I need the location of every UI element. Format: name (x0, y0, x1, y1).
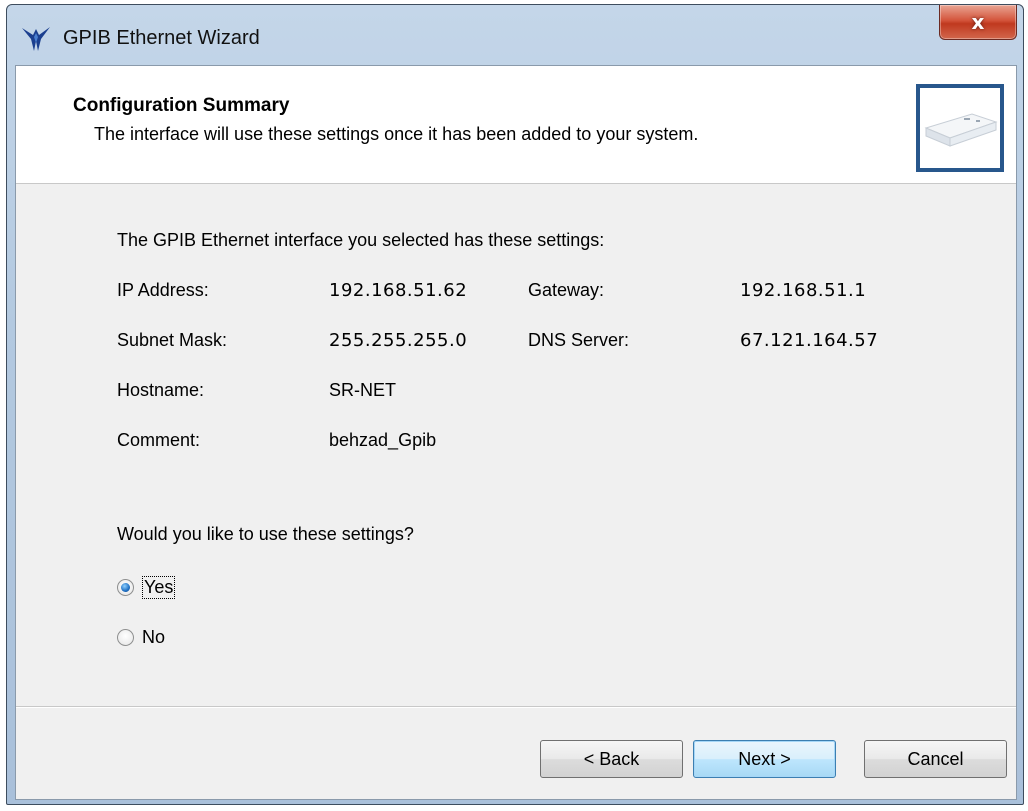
wizard-client-area: Configuration Summary The interface will… (15, 65, 1017, 800)
dns-server-value: 67.121.164.57 (740, 330, 879, 351)
radio-yes-label[interactable]: Yes (142, 575, 176, 599)
ni-eagle-logo-icon (22, 27, 50, 51)
radio-no-label[interactable]: No (142, 627, 165, 648)
radio-yes[interactable]: Yes (117, 574, 197, 600)
hostname-label: Hostname: (117, 380, 205, 400)
ip-address-value: 192.168.51.62 (329, 280, 468, 301)
confirm-question: Would you like to use these settings? (117, 524, 414, 544)
button-divider (16, 706, 1016, 708)
comment-value: behzad_Gpib (329, 430, 437, 450)
device-illustration (924, 113, 998, 147)
wizard-header: Configuration Summary The interface will… (16, 66, 1016, 184)
wizard-window: GPIB Ethernet Wizard x Configuration Sum… (6, 4, 1024, 805)
dns-server-label: DNS Server: (528, 330, 630, 350)
page-title: Configuration Summary (73, 95, 290, 116)
subnet-mask-value: 255.255.255.0 (329, 330, 468, 351)
gateway-value: 192.168.51.1 (740, 280, 867, 301)
radio-unselected-icon[interactable] (117, 628, 134, 646)
subnet-mask-label: Subnet Mask: (117, 330, 228, 350)
gpib-ethernet-device-icon (916, 84, 1004, 172)
page-subtitle: The interface will use these settings on… (94, 124, 699, 144)
next-button[interactable]: Next > (693, 740, 836, 778)
title-bar[interactable]: GPIB Ethernet Wizard x (7, 5, 1023, 67)
comment-label: Comment: (117, 430, 201, 450)
close-button[interactable]: x (939, 5, 1017, 40)
settings-intro: The GPIB Ethernet interface you selected… (117, 230, 605, 250)
window-title: GPIB Ethernet Wizard (63, 27, 260, 49)
back-button[interactable]: < Back (540, 740, 683, 778)
radio-selected-icon[interactable] (117, 578, 134, 596)
cancel-button[interactable]: Cancel (864, 740, 1007, 778)
ip-address-label: IP Address: (117, 280, 209, 300)
gateway-label: Gateway: (528, 280, 605, 300)
hostname-value: SR-NET (329, 380, 396, 400)
radio-no[interactable]: No (117, 624, 197, 650)
close-icon: x (971, 10, 985, 34)
